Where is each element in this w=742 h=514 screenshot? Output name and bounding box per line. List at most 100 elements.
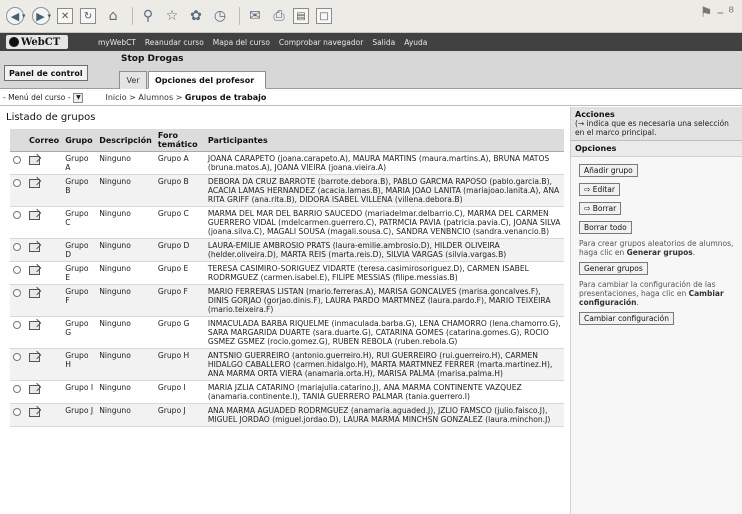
search-icon[interactable]: ⚲ [138,6,158,26]
delete-button[interactable]: ⇨ Borrar [579,202,622,215]
generate-groups-button[interactable]: Generar grupos [579,262,648,275]
group-radio[interactable] [13,179,21,187]
send-mail-icon[interactable] [29,384,40,394]
group-name-cell: Grupo E [62,261,97,285]
header-group: Grupo [62,129,97,152]
group-radio[interactable] [13,266,21,274]
group-forum-cell: Grupo G [154,316,205,349]
main-content: Listado de grupos Correo Grupo Descripci… [0,107,566,514]
header-participants: Participantes [204,129,564,152]
group-name-cell: Grupo H [62,348,97,381]
group-participants-cell: LAURA-EMILIE AMBROSIO PRATS (laura-emili… [204,238,564,262]
send-mail-icon[interactable] [29,155,40,165]
breadcrumb-path[interactable]: Inicio > Alumnos > [105,93,184,102]
group-name-cell: Grupo D [62,238,97,262]
group-participants-cell: ANTSNIO GUERREIRO (antonio.guerreiro.H),… [204,348,564,381]
group-participants-cell: DEBORA DA CRUZ BARROTE (barrote.debora.B… [204,174,564,207]
group-radio[interactable] [13,156,21,164]
send-mail-icon[interactable] [29,178,40,188]
table-row: Grupo D Ninguno Grupo D LAURA-EMILIE AMBROS… [10,238,564,262]
options-body: Añadir grupo ⇨ Editar ⇨ Borrar Borrar todo… [571,157,742,332]
row-select-cell [10,316,26,349]
send-mail-icon[interactable] [29,352,40,362]
row-select-cell [10,206,26,239]
send-mail-icon[interactable] [29,320,40,330]
group-radio[interactable] [13,385,21,393]
row-select-cell [10,348,26,381]
edit-button[interactable]: ⇨ Editar [579,183,620,196]
tab-view[interactable]: Ver [119,71,147,89]
random-note-bold: Generar grupos [626,248,693,257]
row-mail-cell [26,403,63,427]
mail-icon[interactable]: ✉ [245,6,265,26]
table-row: Grupo C Ninguno Grupo C MARMA DEL MAR DEL B… [10,206,564,239]
send-mail-icon[interactable] [29,265,40,275]
control-panel-button[interactable]: Panel de control [4,65,88,81]
home-icon[interactable]: ⌂ [103,6,123,26]
table-row: Grupo F Ninguno Grupo F MARIO FERRERAS LIST… [10,284,564,317]
group-radio[interactable] [13,289,21,297]
group-radio[interactable] [13,211,21,219]
group-forum-cell: Grupo E [154,261,205,285]
history-icon[interactable]: ◷ [210,6,230,26]
print-icon[interactable]: ⎙ [269,6,289,26]
edit-label: Editar [592,185,615,194]
add-group-button[interactable]: Añadir grupo [579,164,638,177]
row-mail-cell [26,380,63,404]
nav-course-map[interactable]: Mapa del curso [213,38,270,47]
nav-help[interactable]: Ayuda [404,38,427,47]
group-participants-cell: INMACULADA BARBA RIQUELME (inmaculada.ba… [204,316,564,349]
media-icon[interactable]: ✿ [186,6,206,26]
group-radio[interactable] [13,321,21,329]
change-config-button[interactable]: Cambiar configuración [579,312,674,325]
group-participants-cell: MARIA JZLIA CATARINO (mariajulia.catarin… [204,380,564,404]
row-select-cell [10,238,26,262]
group-forum-cell: Grupo D [154,238,205,262]
chevron-down-icon[interactable]: ▼ [73,92,84,103]
header-nav: myWebCT Reanudar curso Mapa del curso Co… [98,38,436,47]
edit-page-icon[interactable]: ▤ [293,8,310,24]
selection-arrow-icon: ⇨ [584,204,591,213]
row-select-cell [10,403,26,427]
actions-description: (→ indica que es necesaria una selección… [575,119,729,137]
tab-teacher-options[interactable]: Opciones del profesor [148,71,266,89]
groups-table: Correo Grupo Descripción Foro temático P… [10,129,564,427]
back-dropdown-icon[interactable]: ▾ [22,12,26,20]
actions-header: Acciones (→ indica que es necesaria una … [571,107,742,141]
webct-logo: WebCT [6,35,68,49]
forward-dropdown-icon[interactable]: ▾ [48,12,52,20]
group-name-cell: Grupo C [62,206,97,239]
actions-sidebar: Acciones (→ indica que es necesaria una … [570,107,742,514]
group-name-cell: Grupo A [62,151,97,175]
refresh-icon[interactable]: ↻ [80,8,97,24]
breadcrumb-current: Grupos de trabajo [184,93,267,102]
stop-icon[interactable]: ✕ [57,8,74,24]
group-forum-cell: Grupo I [154,380,205,404]
course-menu-select[interactable]: - Menú del curso - ▼ [3,92,84,104]
course-band: Panel de control Stop Drogas Ver Opcione… [0,51,742,89]
nav-check-browser[interactable]: Comprobar navegador [279,38,363,47]
send-mail-icon[interactable] [29,407,40,417]
group-participants-cell: JOANA CARAPETO (joana.carapeto.A), MAURA… [204,151,564,175]
table-row: Grupo G Ninguno Grupo G INMACULADA BARBA RI… [10,316,564,349]
group-name-cell: Grupo F [62,284,97,317]
group-radio[interactable] [13,353,21,361]
breadcrumb-row: - Menú del curso - ▼ Inicio > Alumnos > … [0,90,742,106]
group-radio[interactable] [13,243,21,251]
nav-resume-course[interactable]: Reanudar curso [145,38,204,47]
send-mail-icon[interactable] [29,242,40,252]
row-mail-cell [26,238,63,262]
delete-all-button[interactable]: Borrar todo [579,221,632,234]
nav-mywebct[interactable]: myWebCT [98,38,136,47]
discuss-icon[interactable]: □ [316,8,333,24]
group-description-cell: Ninguno [96,316,155,349]
row-mail-cell [26,261,63,285]
course-menu-label: - Menú del curso - [3,93,71,102]
group-radio[interactable] [13,408,21,416]
send-mail-icon[interactable] [29,210,40,220]
favorites-star-icon[interactable]: ☆ [162,6,182,26]
send-mail-icon[interactable] [29,288,40,298]
nav-logout[interactable]: Salida [372,38,395,47]
browser-toolbar: ◀ ▾ ▶ ▾ ✕ ↻ ⌂ ⚲ ☆ ✿ ◷ ✉ ⎙ ▤ □ ⚑ – ⁸ [0,0,742,33]
row-select-cell [10,380,26,404]
